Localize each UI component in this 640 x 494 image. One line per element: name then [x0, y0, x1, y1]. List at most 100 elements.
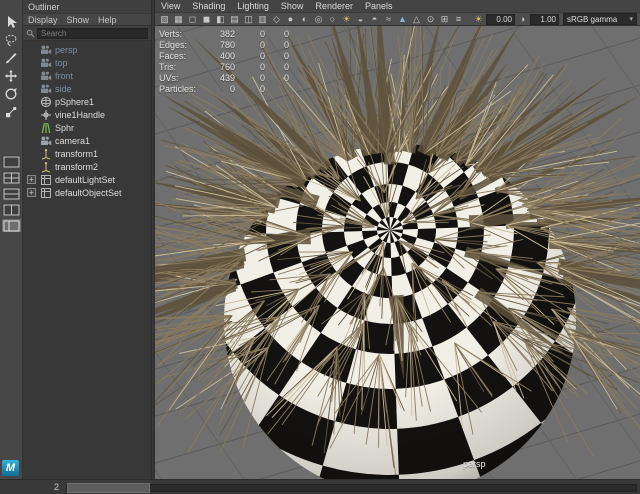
exposure-field[interactable]: 0.00	[486, 13, 515, 25]
select-tool[interactable]	[2, 13, 21, 31]
motion-blur-icon[interactable]: ≈	[382, 13, 395, 25]
layout-outliner-persp[interactable]	[1, 219, 21, 232]
grid-toggle-icon[interactable]: ▦	[172, 13, 185, 25]
outliner-item-defaultObjectSet[interactable]: + defaultObjectSet	[23, 186, 151, 199]
expander-icon[interactable]: +	[27, 175, 36, 184]
maya-window: Outliner Display Show Help persp top front si…	[0, 0, 640, 494]
handle-icon	[40, 109, 52, 121]
camera-attributes-icon[interactable]: ≡	[452, 13, 465, 25]
mesh-icon	[40, 96, 52, 108]
viewport-menu-show[interactable]: Show	[281, 1, 304, 11]
ambient-occlusion-icon[interactable]: ◓	[368, 13, 381, 25]
tool-box-layouts	[1, 155, 21, 232]
outliner-search-input[interactable]	[37, 27, 148, 39]
outliner-item-transform2[interactable]: transform2	[23, 160, 151, 173]
exposure-icon[interactable]: ☀	[472, 13, 485, 25]
search-icon	[26, 29, 35, 37]
outliner-item-transform1[interactable]: transform1	[23, 147, 151, 160]
outliner-item-vine1Handle[interactable]: vine1Handle	[23, 108, 151, 121]
paint-select-tool[interactable]	[2, 49, 21, 67]
transform-icon	[40, 148, 52, 160]
shadows-toggle-icon[interactable]: ◒	[354, 13, 367, 25]
lasso-tool[interactable]	[2, 31, 21, 49]
hud-row: Edges: 780 0 0	[159, 40, 289, 51]
hud-selected: 0	[259, 40, 265, 50]
view-transform-select[interactable]: sRGB gamma ▾	[563, 13, 637, 25]
wireframe-on-shaded-icon[interactable]: ◎	[312, 13, 325, 25]
hud-selected: 0	[259, 29, 265, 39]
viewport-panel: View Shading Lighting Show Renderer Panels ▧ ▦…	[155, 0, 640, 479]
outliner-menu-show[interactable]: Show	[67, 15, 90, 25]
camera-icon	[40, 57, 52, 69]
range-slider-handle[interactable]	[67, 483, 150, 493]
node-label: defaultObjectSet	[55, 187, 122, 198]
set-icon	[40, 174, 52, 186]
shaded-mode-icon[interactable]: ●	[284, 13, 297, 25]
gamma-field[interactable]: 1.00	[530, 13, 559, 25]
safe-action-icon[interactable]: ◫	[242, 13, 255, 25]
xray-mode-icon[interactable]: △	[410, 13, 423, 25]
resolution-gate-icon[interactable]: ◼	[200, 13, 213, 25]
viewport-menubar: View Shading Lighting Show Renderer Panels	[155, 0, 640, 12]
isolate-select-icon[interactable]: ⊙	[424, 13, 437, 25]
hud-row: Tris: 760 0 0	[159, 62, 289, 73]
view-cube-icon[interactable]: ▧	[158, 13, 171, 25]
outliner-search-row	[23, 26, 151, 41]
outliner-menu-help[interactable]: Help	[98, 15, 117, 25]
anti-aliasing-icon[interactable]: ▲	[396, 13, 409, 25]
set-icon	[40, 187, 52, 199]
outliner-item-pSphere1[interactable]: pSphere1	[23, 95, 151, 108]
outliner-item-persp[interactable]: persp	[23, 43, 151, 56]
outliner-menubar: Display Show Help	[23, 13, 151, 26]
node-label: front	[55, 70, 74, 81]
scale-tool[interactable]	[2, 103, 21, 121]
viewport-menu-shading[interactable]: Shading	[192, 1, 225, 11]
move-tool[interactable]	[2, 67, 21, 85]
expander-icon[interactable]: +	[27, 188, 36, 197]
layout-single-pane[interactable]	[1, 155, 21, 168]
hud-total: 439	[219, 73, 235, 83]
outliner-item-top[interactable]: top	[23, 56, 151, 69]
field-chart-icon[interactable]: ▤	[228, 13, 241, 25]
outliner-item-defaultLightSet[interactable]: + defaultLightSet	[23, 173, 151, 186]
outliner-item-front[interactable]: front	[23, 69, 151, 82]
default-material-icon[interactable]: ○	[326, 13, 339, 25]
gamma-icon[interactable]: ◑	[516, 13, 529, 25]
film-gate-icon[interactable]: ◻	[186, 13, 199, 25]
hud-row: Particles: 0 0	[159, 84, 289, 95]
viewport-canvas[interactable]: Verts: 382 0 0 Edges: 780 0 0 Faces: 400 0 0 Tris: 76…	[155, 26, 640, 479]
outliner-item-Sphr[interactable]: Sphr	[23, 121, 151, 134]
hud-total: 760	[219, 62, 235, 72]
layout-four-pane[interactable]	[1, 171, 21, 184]
outliner-menu-display[interactable]: Display	[28, 15, 58, 25]
hud-component: 0	[283, 29, 289, 39]
hud-total: 382	[219, 29, 235, 39]
hud-label: Tris:	[159, 62, 177, 72]
layout-two-pane-stacked[interactable]	[1, 187, 21, 200]
hud-total: 780	[219, 40, 235, 50]
rotate-tool[interactable]	[2, 85, 21, 103]
maya-logo[interactable]: M	[2, 460, 19, 476]
hud-selected: 0	[259, 51, 265, 61]
hud-component: 0	[283, 62, 289, 72]
wireframe-mode-icon[interactable]: ◇	[270, 13, 283, 25]
viewport-menu-lighting[interactable]: Lighting	[237, 1, 269, 11]
hud-component: 0	[283, 51, 289, 61]
hud-label: Particles:	[159, 84, 197, 94]
viewport-menu-view[interactable]: View	[161, 1, 180, 11]
hud-component	[265, 84, 289, 95]
safe-title-icon[interactable]: ▥	[256, 13, 269, 25]
snap-to-grid-icon[interactable]: ⊞	[438, 13, 451, 25]
layout-two-pane-side[interactable]	[1, 203, 21, 216]
textured-mode-icon[interactable]: ◐	[298, 13, 311, 25]
outliner-item-side[interactable]: side	[23, 82, 151, 95]
outliner-item-camera1[interactable]: camera1	[23, 134, 151, 147]
range-slider-groove[interactable]	[66, 484, 637, 492]
outliner-panel: Outliner Display Show Help persp top front si…	[23, 0, 151, 479]
lighting-all-icon[interactable]: ☀	[340, 13, 353, 25]
viewport-menu-renderer[interactable]: Renderer	[315, 1, 353, 11]
camera-icon	[40, 135, 52, 147]
viewport-toolbar: ▧ ▦ ◻ ◼ ◧ ▤ ◫ ▥ ◇ ● ◐ ◎ ○ ☀ ◒ ◓ ≈ ▲ △ ⊙ ⊞ ≡ ☀ 0.00 ◑ 1.00 sRGB gam…	[155, 12, 640, 26]
viewport-menu-panels[interactable]: Panels	[365, 1, 393, 11]
gate-mask-icon[interactable]: ◧	[214, 13, 227, 25]
